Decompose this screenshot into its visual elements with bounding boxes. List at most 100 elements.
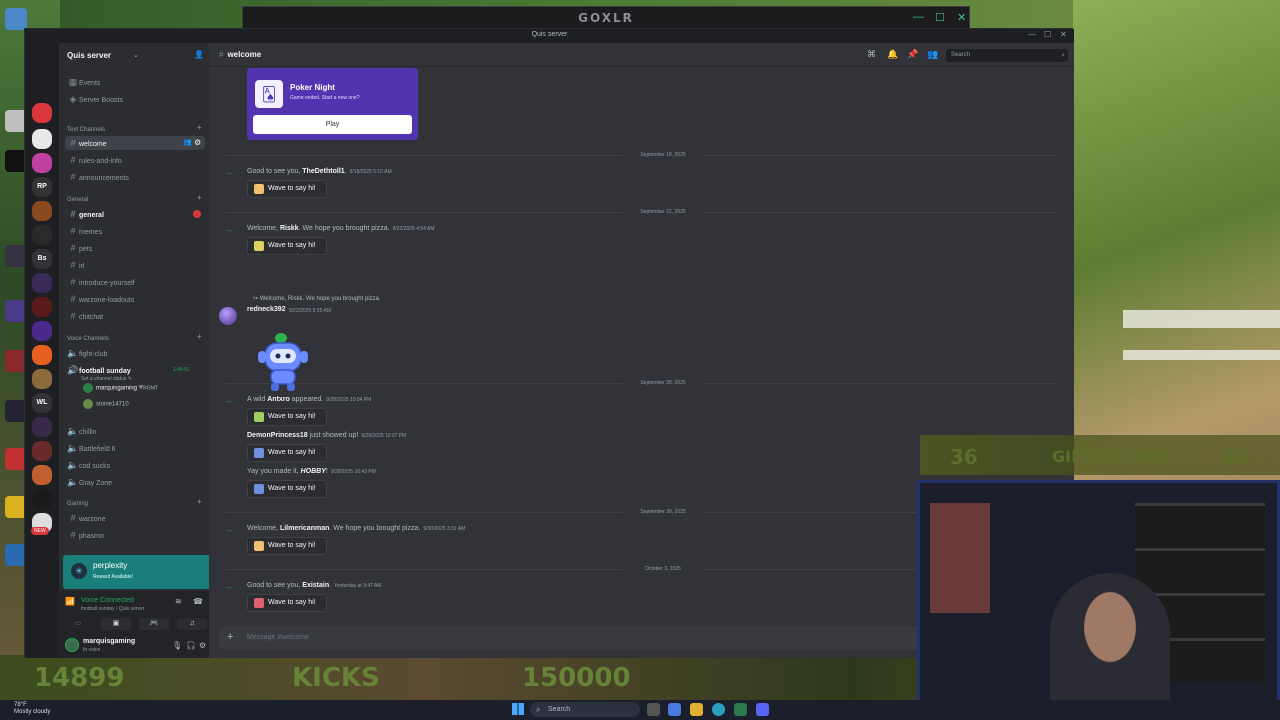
- channel-phasmo[interactable]: # phasmo: [65, 528, 205, 542]
- voice-channel-fight-club[interactable]: 🔈fight-club: [65, 346, 205, 360]
- wave-button[interactable]: Wave to say hi!: [247, 444, 327, 462]
- join-username[interactable]: Lilmericanman: [280, 525, 329, 532]
- message-author[interactable]: redneck392: [247, 306, 286, 313]
- server-icon[interactable]: [32, 489, 52, 509]
- add-attachment-icon[interactable]: +: [227, 631, 233, 643]
- voice-user[interactable]: stonie14710: [83, 399, 129, 409]
- server-icon[interactable]: [32, 103, 52, 123]
- xbox-icon[interactable]: [734, 703, 747, 716]
- edge-browser-icon[interactable]: [712, 703, 725, 716]
- server-icon[interactable]: [32, 417, 52, 437]
- server-icon[interactable]: [32, 297, 52, 317]
- channel-chitchat[interactable]: # chitchat: [65, 309, 205, 323]
- add-channel-icon[interactable]: +: [197, 123, 202, 132]
- minimize-icon[interactable]: —: [1028, 30, 1036, 39]
- avatar[interactable]: [219, 307, 237, 325]
- server-header[interactable]: Quis server ⌄ 👤: [59, 43, 209, 67]
- close-icon[interactable]: ✕: [957, 11, 966, 24]
- server-icon[interactable]: [32, 465, 52, 485]
- server-icon[interactable]: [32, 225, 52, 245]
- file-explorer-icon[interactable]: [690, 703, 703, 716]
- channel-warzone[interactable]: # warzone: [65, 511, 205, 525]
- voice-channel-football-sunday[interactable]: 🔊football sunday 1:46:51: [65, 363, 205, 377]
- noise-suppression-icon[interactable]: ≋: [175, 597, 182, 606]
- voice-channel-gray-zone[interactable]: 🔈Gray Zone: [65, 475, 205, 489]
- reply-preview[interactable]: ↪ Welcome, Riskk. We hope you brought pi…: [253, 295, 381, 302]
- weather-widget[interactable]: 78°F Mostly cloudy: [14, 702, 50, 716]
- channel-status[interactable]: Set a channel status ✎: [81, 376, 132, 382]
- server-icon[interactable]: WL: [32, 393, 52, 413]
- user-name[interactable]: marquisgaming: [83, 638, 135, 645]
- activity-button[interactable]: 🎮: [139, 618, 169, 630]
- voice-status[interactable]: Voice Connected: [81, 597, 134, 604]
- join-username[interactable]: Existain: [302, 582, 329, 589]
- signal-icon[interactable]: 📶: [65, 597, 75, 606]
- server-name[interactable]: Quis server: [67, 51, 111, 60]
- add-member-icon[interactable]: 👤: [194, 50, 204, 60]
- member-list-icon[interactable]: 👥: [927, 49, 938, 60]
- desktop-shortcut-icon[interactable]: [5, 8, 27, 30]
- wave-button[interactable]: Wave to say hi!: [247, 594, 327, 612]
- add-channel-icon[interactable]: +: [197, 497, 202, 506]
- camera-button[interactable]: ▭: [63, 618, 93, 630]
- taskbar-search[interactable]: ⌕ Search: [530, 702, 640, 717]
- play-button[interactable]: Play: [253, 115, 412, 134]
- wave-button[interactable]: Wave to say hi!: [247, 237, 327, 255]
- invite-icon[interactable]: 👥: [183, 136, 192, 150]
- channel-introduce-yourself[interactable]: # introduce-yourself: [65, 275, 205, 289]
- server-icon[interactable]: [32, 345, 52, 365]
- screen-share-button[interactable]: ▣: [101, 618, 131, 630]
- join-username[interactable]: TheDethtoll1: [302, 168, 344, 175]
- pin-icon[interactable]: 📌: [907, 49, 918, 60]
- sidebar-item-events[interactable]: ▦ Events: [65, 75, 205, 89]
- channel-general[interactable]: # general: [65, 207, 205, 221]
- add-channel-icon[interactable]: +: [197, 332, 202, 341]
- category-gaming[interactable]: Gaming: [67, 501, 88, 507]
- channel-welcome[interactable]: # welcome 👥 ⚙: [65, 136, 205, 150]
- voice-channel-chillin[interactable]: 🔈chillin: [65, 424, 205, 438]
- soundboard-button[interactable]: ♫: [177, 618, 207, 630]
- channel-pets[interactable]: # pets: [65, 241, 205, 255]
- voice-channel-cod-sucks[interactable]: 🔈cod sucks: [65, 458, 205, 472]
- maximize-icon[interactable]: ☐: [1044, 30, 1051, 39]
- server-icon[interactable]: [32, 321, 52, 341]
- headphones-icon[interactable]: 🎧: [186, 641, 196, 650]
- server-icon[interactable]: [32, 441, 52, 461]
- server-icon[interactable]: Bs: [32, 249, 52, 269]
- category-voice-channels[interactable]: Voice Channels: [67, 336, 109, 342]
- server-icon[interactable]: [32, 153, 52, 173]
- channel-memes[interactable]: # memes: [65, 224, 205, 238]
- server-icon[interactable]: [32, 273, 52, 293]
- wave-button[interactable]: Wave to say hi!: [247, 480, 327, 498]
- server-icon[interactable]: [32, 129, 52, 149]
- join-username[interactable]: HOBBY: [301, 468, 326, 475]
- server-icon[interactable]: [32, 201, 52, 221]
- wave-button[interactable]: Wave to say hi!: [247, 408, 327, 426]
- task-view-icon[interactable]: [647, 703, 660, 716]
- search-input[interactable]: Search ⌕: [946, 49, 1068, 62]
- minimize-icon[interactable]: —: [913, 11, 924, 23]
- wave-button[interactable]: Wave to say hi!: [247, 180, 327, 198]
- copilot-icon[interactable]: [668, 703, 681, 716]
- message-input[interactable]: Message #welcome: [247, 634, 309, 641]
- sidebar-item-server-boosts[interactable]: ◈ Server Boosts: [65, 92, 205, 106]
- discord-taskbar-icon[interactable]: [756, 703, 769, 716]
- maximize-icon[interactable]: ☐: [935, 11, 945, 24]
- windows-start-icon[interactable]: [512, 703, 524, 715]
- category-text-channels[interactable]: Text Channels: [67, 127, 105, 133]
- add-channel-icon[interactable]: +: [197, 193, 202, 202]
- server-icon[interactable]: [32, 369, 52, 389]
- gear-icon[interactable]: ⚙: [194, 136, 201, 150]
- voice-location[interactable]: football sunday / Quis server: [81, 606, 144, 612]
- category-general[interactable]: General: [67, 197, 88, 203]
- channel-warzone-loadouts[interactable]: # warzone-loadouts: [65, 292, 205, 306]
- gear-icon[interactable]: ⚙: [199, 641, 206, 650]
- channel-irl[interactable]: # irl: [65, 258, 205, 272]
- voice-channel-battlefield-6[interactable]: 🔈Battlefield 6: [65, 441, 205, 455]
- close-icon[interactable]: ✕: [1060, 30, 1067, 39]
- server-icon[interactable]: RP: [32, 177, 52, 197]
- join-username[interactable]: DemonPrincess18: [247, 432, 308, 439]
- channel-announcements[interactable]: # announcements: [65, 170, 205, 184]
- bell-icon[interactable]: 🔔: [887, 49, 898, 60]
- disconnect-icon[interactable]: ☎: [193, 597, 203, 606]
